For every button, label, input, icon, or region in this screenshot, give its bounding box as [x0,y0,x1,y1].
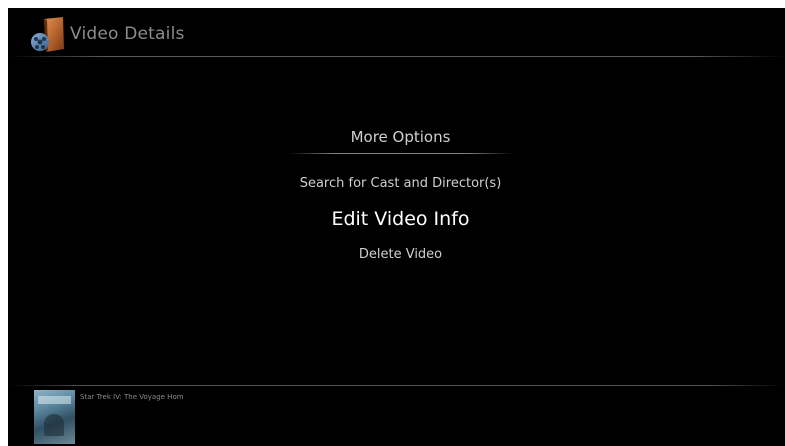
delete-video-option[interactable]: Delete Video [8,247,785,262]
poster-figure [44,414,64,436]
video-poster-thumbnail [34,390,75,444]
menu-title-divider [288,153,513,154]
poster-title-band [38,396,71,404]
footer-divider [8,385,785,386]
video-title: Star Trek IV: The Voyage Hom [80,393,184,401]
menu-title: More Options [350,128,451,146]
edit-video-info-option[interactable]: Edit Video Info [8,208,785,230]
search-cast-director-option[interactable]: Search for Cast and Director(s) [8,176,785,191]
video-details-screen: Video Details More Options Search for Ca… [8,8,785,446]
options-menu: More Options Search for Cast and Directo… [8,8,785,446]
